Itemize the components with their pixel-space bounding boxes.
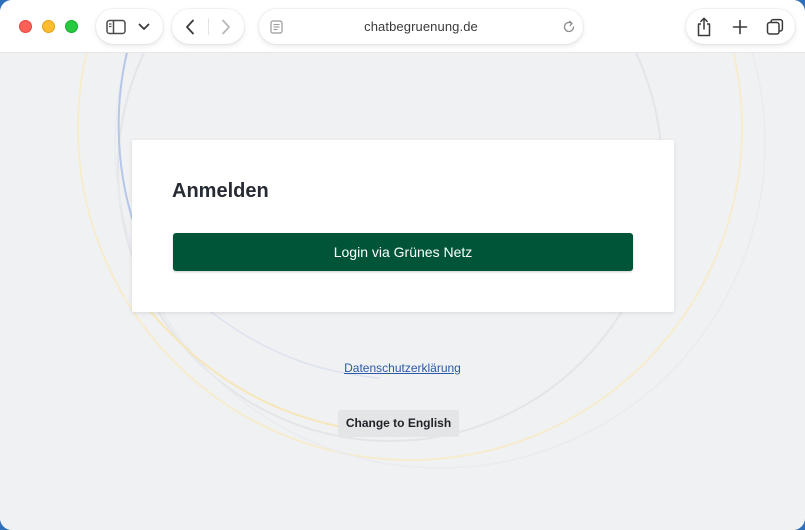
change-language-button[interactable]: Change to English: [338, 410, 459, 437]
address-bar[interactable]: chatbegruenung.de: [259, 9, 583, 44]
sidebar-icon[interactable]: [105, 17, 127, 36]
chevron-left-icon[interactable]: [180, 17, 200, 36]
nav-divider: [208, 18, 209, 35]
privacy-policy-link[interactable]: Datenschutzerklärung: [0, 361, 805, 375]
chevron-right-icon[interactable]: [216, 17, 236, 36]
page-content: Anmelden Login via Grünes Netz Datenschu…: [0, 53, 805, 530]
minimize-window-button[interactable]: [42, 20, 55, 33]
sidebar-control: [96, 9, 163, 44]
page-title: Anmelden: [172, 180, 269, 202]
login-card: Anmelden Login via Grünes Netz: [132, 140, 674, 312]
login-button[interactable]: Login via Grünes Netz: [173, 233, 633, 271]
chevron-down-icon[interactable]: [136, 19, 152, 34]
close-window-button[interactable]: [19, 20, 32, 33]
share-icon[interactable]: [694, 16, 714, 37]
tab-overview-icon[interactable]: [765, 17, 785, 37]
browser-window: chatbegruenung.de Anmelden Login via Grü…: [0, 0, 805, 530]
browser-toolbar: chatbegruenung.de: [0, 0, 805, 53]
zoom-window-button[interactable]: [65, 20, 78, 33]
url-text[interactable]: chatbegruenung.de: [259, 9, 583, 44]
navigation-controls: [172, 9, 244, 44]
toolbar-actions: [686, 9, 795, 44]
plus-icon[interactable]: [730, 18, 750, 36]
reload-icon[interactable]: [561, 19, 577, 35]
